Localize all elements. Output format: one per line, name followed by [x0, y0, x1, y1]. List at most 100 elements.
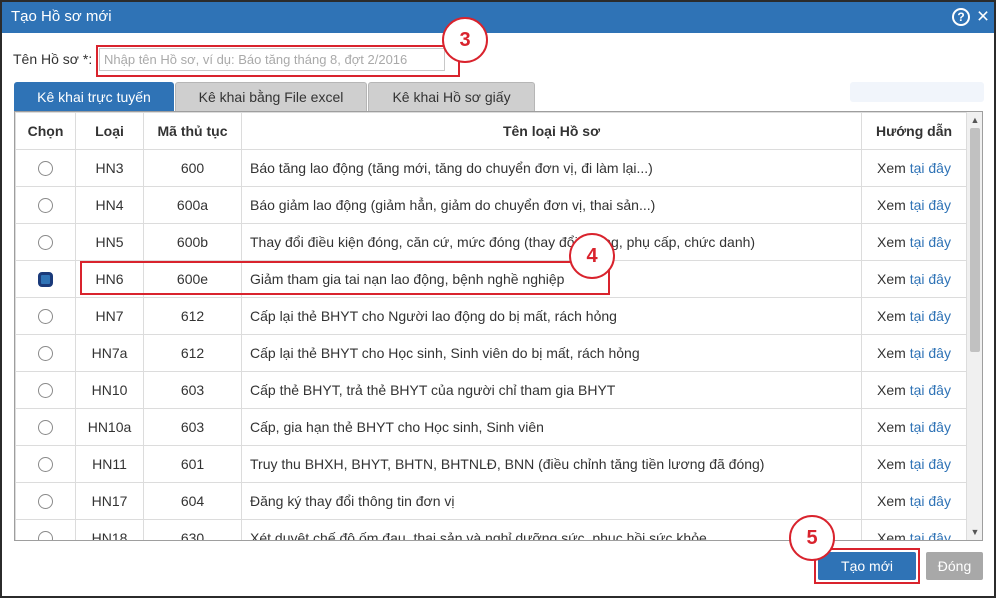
question-circle-icon[interactable]: ?	[952, 8, 970, 26]
row-guide: Xem tại đây	[861, 519, 967, 541]
row-type: HN5	[75, 223, 144, 261]
step-badge-5: 5	[789, 515, 835, 561]
row-guide: Xem tại đây	[861, 297, 967, 335]
view-here-link[interactable]: tại đây	[910, 345, 951, 361]
tab-excel-declaration[interactable]: Kê khai bằng File excel	[175, 82, 367, 111]
view-text: Xem	[877, 197, 906, 213]
view-text: Xem	[877, 308, 906, 324]
table-row[interactable]: HN11 601 Truy thu BHXH, BHYT, BHTN, BHTN…	[15, 445, 967, 483]
close-icon[interactable]: ×	[974, 5, 992, 29]
row-name: Cấp thẻ BHYT, trả thẻ BHYT của người chỉ…	[241, 371, 862, 409]
scroll-thumb[interactable]	[970, 128, 980, 352]
table-row[interactable]: HN10 603 Cấp thẻ BHYT, trả thẻ BHYT của …	[15, 371, 967, 409]
view-here-link[interactable]: tại đây	[910, 493, 951, 509]
row-name: Cấp lại thẻ BHYT cho Người lao động do b…	[241, 297, 862, 335]
dossier-name-label: Tên Hồ sơ *:	[13, 51, 93, 67]
row-radio[interactable]	[38, 494, 53, 510]
view-text: Xem	[877, 530, 906, 541]
view-text: Xem	[877, 456, 906, 472]
table-row[interactable]: HN17 604 Đăng ký thay đổi thông tin đơn …	[15, 482, 967, 520]
header-type: Loại	[75, 112, 144, 150]
row-radio[interactable]	[38, 383, 53, 399]
view-here-link[interactable]: tại đây	[910, 419, 951, 435]
row-radio[interactable]	[38, 309, 53, 325]
row-type: HN7a	[75, 334, 144, 372]
row-radio[interactable]	[38, 457, 53, 473]
dialog-titlebar: Tạo Hồ sơ mới ? ×	[2, 2, 994, 33]
table-row[interactable]: HN10a 603 Cấp, gia hạn thẻ BHYT cho Học …	[15, 408, 967, 446]
view-here-link[interactable]: tại đây	[910, 234, 951, 250]
row-name: Báo giảm lao động (giảm hẳn, giảm do chu…	[241, 186, 862, 224]
row-radio[interactable]	[38, 420, 53, 436]
view-here-link[interactable]: tại đây	[910, 382, 951, 398]
step-badge-3: 3	[442, 17, 488, 63]
row-code: 604	[143, 482, 242, 520]
view-text: Xem	[877, 271, 906, 287]
dossier-name-input[interactable]	[99, 48, 445, 71]
row-radio[interactable]	[38, 161, 53, 177]
scroll-down-arrow-icon[interactable]: ▼	[967, 524, 982, 540]
row-code: 630	[143, 519, 242, 540]
faded-background-button	[850, 82, 984, 102]
create-dossier-dialog: Tạo Hồ sơ mới ? × Tên Hồ sơ *: 3 Kê khai…	[0, 0, 996, 598]
row-code: 612	[143, 334, 242, 372]
view-text: Xem	[877, 160, 906, 176]
scroll-up-arrow-icon[interactable]: ▲	[967, 112, 982, 128]
row-type: HN17	[75, 482, 144, 520]
tab-online-declaration[interactable]: Kê khai trực tuyến	[14, 82, 174, 111]
table-scrollbar[interactable]: ▲ ▼	[966, 112, 982, 540]
create-button[interactable]: Tạo mới	[818, 552, 916, 580]
view-here-link[interactable]: tại đây	[910, 308, 951, 324]
view-text: Xem	[877, 234, 906, 250]
table-row[interactable]: HN5 600b Thay đổi điều kiện đóng, căn cứ…	[15, 223, 967, 261]
row-code: 600b	[143, 223, 242, 261]
row-name: Cấp lại thẻ BHYT cho Học sinh, Sinh viên…	[241, 334, 862, 372]
header-procedure-code: Mã thủ tục	[143, 112, 242, 150]
row-guide: Xem tại đây	[861, 149, 967, 187]
row-radio[interactable]	[38, 531, 53, 540]
view-here-link[interactable]: tại đây	[910, 456, 951, 472]
view-here-link[interactable]: tại đây	[910, 271, 951, 287]
row-radio[interactable]	[38, 198, 53, 214]
row-code: 612	[143, 297, 242, 335]
table-row[interactable]: HN7 612 Cấp lại thẻ BHYT cho Người lao đ…	[15, 297, 967, 335]
view-text: Xem	[877, 382, 906, 398]
step-badge-4: 4	[569, 233, 615, 279]
view-here-link[interactable]: tại đây	[910, 530, 951, 540]
row-radio[interactable]	[38, 235, 53, 251]
table-header-row: Chọn Loại Mã thủ tục Tên loại Hồ sơ Hướn…	[15, 112, 967, 150]
row-code: 603	[143, 371, 242, 409]
row-radio-selected[interactable]	[38, 272, 53, 288]
header-guide: Hướng dẫn	[861, 112, 967, 150]
view-here-link[interactable]: tại đây	[910, 160, 951, 176]
row-code: 600a	[143, 186, 242, 224]
row-type: HN6	[75, 260, 144, 298]
row-guide: Xem tại đây	[861, 445, 967, 483]
header-select: Chọn	[15, 112, 76, 150]
row-type: HN18	[75, 519, 144, 540]
table-row[interactable]: HN7a 612 Cấp lại thẻ BHYT cho Học sinh, …	[15, 334, 967, 372]
view-text: Xem	[877, 419, 906, 435]
row-name: Giảm tham gia tai nạn lao động, bệnh ngh…	[241, 260, 862, 298]
row-type: HN10a	[75, 408, 144, 446]
header-dossier-type-name: Tên loại Hồ sơ	[241, 112, 862, 150]
row-type: HN7	[75, 297, 144, 335]
row-code: 600	[143, 149, 242, 187]
row-type: HN4	[75, 186, 144, 224]
table-row[interactable]: HN4 600a Báo giảm lao động (giảm hẳn, gi…	[15, 186, 967, 224]
row-radio[interactable]	[38, 346, 53, 362]
row-name: Thay đổi điều kiện đóng, căn cứ, mức đón…	[241, 223, 862, 261]
table-row-selected[interactable]: HN6 600e Giảm tham gia tai nạn lao động,…	[15, 260, 967, 298]
row-name: Cấp, gia hạn thẻ BHYT cho Học sinh, Sinh…	[241, 408, 862, 446]
row-guide: Xem tại đây	[861, 371, 967, 409]
view-text: Xem	[877, 493, 906, 509]
close-button[interactable]: Đóng	[926, 552, 983, 580]
tab-paper-declaration[interactable]: Kê khai Hồ sơ giấy	[368, 82, 535, 111]
row-name: Báo tăng lao động (tăng mới, tăng do chu…	[241, 149, 862, 187]
table-row[interactable]: HN3 600 Báo tăng lao động (tăng mới, tăn…	[15, 149, 967, 187]
row-name: Xét duyệt chế độ ốm đau, thai sản và ngh…	[241, 519, 862, 540]
row-code: 601	[143, 445, 242, 483]
row-guide: Xem tại đây	[861, 186, 967, 224]
row-guide: Xem tại đây	[861, 260, 967, 298]
view-here-link[interactable]: tại đây	[910, 197, 951, 213]
